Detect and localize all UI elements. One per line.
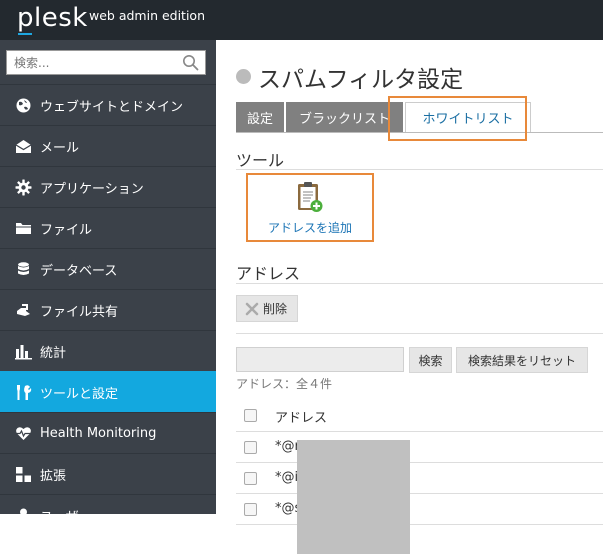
table-row: *@s xyxy=(236,494,603,525)
sidebar-item-label: ツールと設定 xyxy=(40,386,119,402)
sidebar-item-label: ファイル xyxy=(40,222,93,238)
sidebar-item-health-monitoring[interactable]: Health Monitoring xyxy=(0,412,216,453)
table-header-row: アドレス xyxy=(236,400,603,432)
main-content: スパムフィルタ設定 設定 ブラックリスト ホワイトリスト ツール アドレスを追加… xyxy=(216,40,603,554)
table-row: *@i xyxy=(236,463,603,494)
top-bar: plesk web admin edition xyxy=(0,0,603,40)
status-dot xyxy=(236,69,251,84)
sidebar-item-label: ユーザ xyxy=(40,509,79,525)
file-share-icon xyxy=(17,304,30,316)
mail-icon xyxy=(15,140,32,153)
add-address-highlight xyxy=(246,173,374,242)
sidebar-item-mail[interactable]: メール xyxy=(0,125,216,166)
tools-heading: ツール xyxy=(236,151,285,170)
row-checkbox[interactable] xyxy=(244,441,257,454)
reset-search-button[interactable]: 検索結果をリセット xyxy=(456,347,588,373)
extensions-icon xyxy=(16,467,31,482)
heart-pulse-icon xyxy=(16,427,31,440)
sidebar-item-extensions[interactable]: 拡張 xyxy=(0,453,216,494)
bar-chart-icon xyxy=(15,345,32,360)
sidebar-item-users[interactable]: ユーザ xyxy=(0,494,216,535)
folder-icon xyxy=(16,223,31,234)
sidebar-item-label: 統計 xyxy=(40,345,67,361)
globe-icon xyxy=(16,98,31,113)
sidebar-item-label: Health Monitoring xyxy=(40,425,157,441)
page-title: スパムフィルタ設定 xyxy=(258,67,464,93)
sidebar-item-label: ファイル共有 xyxy=(40,304,119,320)
sidebar-item-label: 拡張 xyxy=(40,468,67,484)
sidebar-item-file-sharing[interactable]: ファイル共有 xyxy=(0,289,216,330)
sidebar-item-files[interactable]: ファイル xyxy=(0,207,216,248)
tab-blacklist[interactable]: ブラックリスト xyxy=(286,102,403,132)
address-cell[interactable]: *@i xyxy=(275,470,298,485)
address-heading: アドレス xyxy=(236,264,301,283)
row-checkbox[interactable] xyxy=(244,503,257,516)
delete-button[interactable]: 削除 xyxy=(236,295,298,322)
select-all-checkbox[interactable] xyxy=(244,409,257,422)
address-table: アドレス *@r *@i *@s xyxy=(236,400,603,525)
redaction-block xyxy=(297,440,410,554)
edition-label: web admin edition xyxy=(89,8,206,23)
sidebar-nav: ウェブサイトとドメイン メール アプリケーション ファイル データベース ファイ… xyxy=(0,84,216,535)
sidebar-item-label: ウェブサイトとドメイン xyxy=(40,99,184,115)
search-button[interactable]: 検索 xyxy=(409,347,452,373)
gear-icon xyxy=(15,179,32,196)
logo-underline xyxy=(18,33,32,35)
tools-icon xyxy=(17,385,32,400)
whitelist-tab-highlight xyxy=(388,96,527,141)
sidebar-search xyxy=(6,50,206,75)
tab-settings[interactable]: 設定 xyxy=(236,102,284,132)
sidebar-item-websites-domains[interactable]: ウェブサイトとドメイン xyxy=(0,84,216,125)
address-search-input[interactable] xyxy=(236,347,404,372)
search-icon[interactable] xyxy=(182,54,199,71)
toolbar-divider xyxy=(236,333,603,334)
address-divider xyxy=(236,283,603,284)
column-header-address: アドレス xyxy=(275,411,328,426)
tools-divider xyxy=(236,169,603,170)
sidebar: ウェブサイトとドメイン メール アプリケーション xyxy=(0,40,216,525)
sidebar-item-statistics[interactable]: 統計 xyxy=(0,330,216,371)
sidebar-search-input[interactable] xyxy=(7,51,177,74)
address-count: アドレス：全４件 xyxy=(236,377,333,391)
sidebar-item-label: アプリケーション xyxy=(40,181,144,197)
database-icon xyxy=(18,262,29,275)
sidebar-item-applications[interactable]: アプリケーション xyxy=(0,166,216,207)
row-checkbox[interactable] xyxy=(244,472,257,485)
table-row: *@r xyxy=(236,432,603,463)
delete-x-icon xyxy=(245,302,259,316)
user-icon xyxy=(17,508,30,523)
sidebar-item-label: メール xyxy=(40,140,80,156)
delete-button-label: 削除 xyxy=(263,302,288,316)
plesk-logo[interactable]: plesk xyxy=(17,3,88,33)
sidebar-item-tools-settings[interactable]: ツールと設定 xyxy=(0,371,216,412)
sidebar-item-databases[interactable]: データベース xyxy=(0,248,216,289)
sidebar-item-label: データベース xyxy=(40,263,118,279)
